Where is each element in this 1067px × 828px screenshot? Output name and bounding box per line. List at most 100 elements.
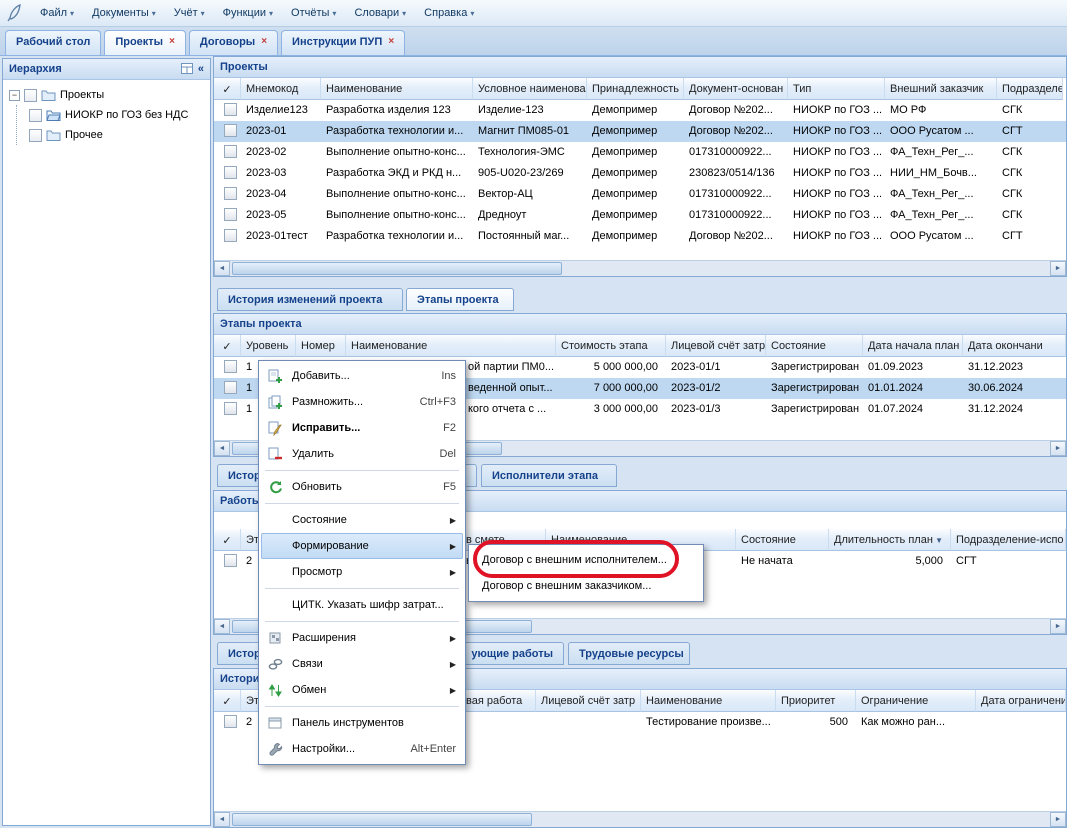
grid-row[interactable]: 2023-05Выполнение опытно-конс...Дредноут…	[214, 205, 1066, 226]
grid-cell[interactable]: Разработка изделия 123	[321, 100, 473, 121]
grid-cell[interactable]: Зарегистрирован	[766, 357, 863, 378]
tree-node-projects[interactable]: − Проекты	[3, 85, 210, 105]
scroll-left-icon[interactable]: ◄	[214, 812, 230, 827]
menu-item-settings[interactable]: Настройки... Alt+Enter	[261, 736, 463, 762]
menu-item-delete[interactable]: Удалить Del	[261, 441, 463, 467]
grid-column-header[interactable]: ✓	[214, 529, 241, 551]
grid-column-header[interactable]: Подразделение-испо	[951, 529, 1066, 551]
grid-cell[interactable]: СГТ	[997, 226, 1063, 247]
close-tab-icon[interactable]: ×	[169, 36, 175, 55]
grid-cell[interactable]: 31.12.2024	[963, 399, 1066, 420]
menu-item-extensions[interactable]: Расширения ▶	[261, 625, 463, 651]
grid-column-header[interactable]: Лицевой счёт затрат	[666, 335, 766, 357]
grid-cell[interactable]: 017310000922...	[684, 142, 788, 163]
grid-cell[interactable]: 2023-04	[241, 184, 321, 205]
menu-item-toolbar[interactable]: Панель инструментов	[261, 710, 463, 736]
grid-cell[interactable]: СГК	[997, 184, 1063, 205]
grid-cell[interactable]: ФА_Техн_Рег_...	[885, 142, 997, 163]
row-checkbox[interactable]	[224, 554, 237, 567]
scroll-right-icon[interactable]: ►	[1050, 261, 1066, 276]
grid-cell[interactable]: 30.06.2024	[963, 378, 1066, 399]
grid-cell[interactable]: Выполнение опытно-конс...	[321, 142, 473, 163]
grid-cell[interactable]: Договор №202...	[684, 100, 788, 121]
grid-cell[interactable]: Выполнение опытно-конс...	[321, 205, 473, 226]
grid-column-header[interactable]: Дата окончани	[963, 335, 1066, 357]
grid-cell[interactable]: СГТ	[951, 551, 1066, 572]
grid-cell[interactable]: 2023-01/1	[666, 357, 766, 378]
grid-cell[interactable]: Договор №202...	[684, 121, 788, 142]
grid-cell[interactable]: Изделие123	[241, 100, 321, 121]
menu-help[interactable]: Справка▾	[415, 3, 483, 23]
submenu-item-contract-external-executor[interactable]: Договор с внешним исполнителем...	[471, 547, 701, 573]
row-checkbox[interactable]	[224, 360, 237, 373]
grid-cell[interactable]: 7 000 000,00	[556, 378, 666, 399]
grid-row[interactable]: 2023-01Разработка технологии и...Магнит …	[214, 121, 1066, 142]
tree-node-checkbox[interactable]	[29, 129, 42, 142]
menu-item-citk-cost-code[interactable]: ЦИТК. Указать шифр затрат...	[261, 592, 463, 618]
grid-column-header[interactable]: ✓	[214, 78, 241, 100]
menu-item-view[interactable]: Просмотр ▶	[261, 559, 463, 585]
grid-cell[interactable]: Демопример	[587, 163, 684, 184]
grid-row[interactable]: 2023-03Разработка ЭКД и РКД н...905-U020…	[214, 163, 1066, 184]
grid-cell[interactable]	[214, 399, 241, 420]
grid-cell[interactable]	[214, 551, 241, 572]
tab-project-history[interactable]: История изменений проекта	[217, 288, 403, 311]
grid-cell[interactable]: 2023-01/2	[666, 378, 766, 399]
menu-item-add[interactable]: Добавить... Ins	[261, 363, 463, 389]
grid-cell[interactable]: 905-U020-23/269	[473, 163, 587, 184]
grid-row[interactable]: Изделие123Разработка изделия 123Изделие-…	[214, 100, 1066, 121]
grid-cell[interactable]: Демопример	[587, 142, 684, 163]
grid-cell[interactable]	[214, 205, 241, 226]
grid-cell[interactable]: 01.01.2024	[863, 378, 963, 399]
grid-cell[interactable]: СГК	[997, 100, 1063, 121]
grid-cell[interactable]: 230823/0514/136	[684, 163, 788, 184]
grid-cell[interactable]: 31.12.2023	[963, 357, 1066, 378]
grid-cell[interactable]	[214, 378, 241, 399]
grid-cell[interactable]: ФА_Техн_Рег_...	[885, 184, 997, 205]
grid-column-header[interactable]: Наименование	[641, 690, 776, 712]
grid-cell[interactable]: Разработка ЭКД и РКД н...	[321, 163, 473, 184]
scrollbar-thumb[interactable]	[232, 813, 532, 826]
grid-cell[interactable]	[536, 712, 641, 733]
grid-column-header[interactable]: Наименование	[346, 335, 556, 357]
grid-cell[interactable]: Выполнение опытно-конс...	[321, 184, 473, 205]
grid-cell[interactable]: 2023-02	[241, 142, 321, 163]
grid-column-header[interactable]: Принадлежность	[587, 78, 684, 100]
grid-cell[interactable]: 2023-03	[241, 163, 321, 184]
grid-cell[interactable]: Разработка технологии и...	[321, 121, 473, 142]
grid-cell[interactable]: СГК	[997, 163, 1063, 184]
grid-column-header[interactable]: Тип	[788, 78, 885, 100]
tree-node-other[interactable]: Прочее	[17, 125, 210, 145]
row-checkbox[interactable]	[224, 715, 237, 728]
grid-column-header[interactable]: Уровень	[241, 335, 296, 357]
grid-cell[interactable]: НИОКР по ГОЗ ...	[788, 121, 885, 142]
menu-item-state[interactable]: Состояние ▶	[261, 507, 463, 533]
grid-column-header[interactable]: Длительность план ▼	[829, 529, 951, 551]
row-checkbox[interactable]	[224, 166, 237, 179]
scroll-left-icon[interactable]: ◄	[214, 261, 230, 276]
grid-cell[interactable]: Демопример	[587, 205, 684, 226]
grid-row[interactable]: 2023-01тестРазработка технологии и...Пос…	[214, 226, 1066, 247]
tab-instructions[interactable]: Инструкции ПУП×	[281, 30, 405, 55]
grid-cell[interactable]: Не начата	[736, 551, 829, 572]
grid-cell[interactable]: Зарегистрирован	[766, 378, 863, 399]
menu-item-duplicate[interactable]: Размножить... Ctrl+F3	[261, 389, 463, 415]
hierarchy-search-icon[interactable]	[181, 63, 193, 77]
row-checkbox[interactable]	[224, 145, 237, 158]
grid-cell[interactable]: НИОКР по ГОЗ ...	[788, 205, 885, 226]
grid-cell[interactable]: СГК	[997, 205, 1063, 226]
grid-cell[interactable]: 01.07.2024	[863, 399, 963, 420]
grid-column-header[interactable]: Внешний заказчик	[885, 78, 997, 100]
row-checkbox[interactable]	[224, 208, 237, 221]
grid-cell[interactable]	[214, 100, 241, 121]
scroll-right-icon[interactable]: ►	[1050, 619, 1066, 634]
menu-documents[interactable]: Документы▾	[83, 3, 165, 23]
tab-projects[interactable]: Проекты×	[104, 30, 186, 55]
row-checkbox[interactable]	[224, 229, 237, 242]
tab-labor-resources[interactable]: Трудовые ресурсы	[568, 642, 690, 665]
close-tab-icon[interactable]: ×	[388, 36, 394, 55]
menu-item-refresh[interactable]: Обновить F5	[261, 474, 463, 500]
row-checkbox[interactable]	[224, 124, 237, 137]
close-tab-icon[interactable]: ×	[261, 36, 267, 55]
submenu-item-contract-external-customer[interactable]: Договор с внешним заказчиком...	[471, 573, 701, 599]
